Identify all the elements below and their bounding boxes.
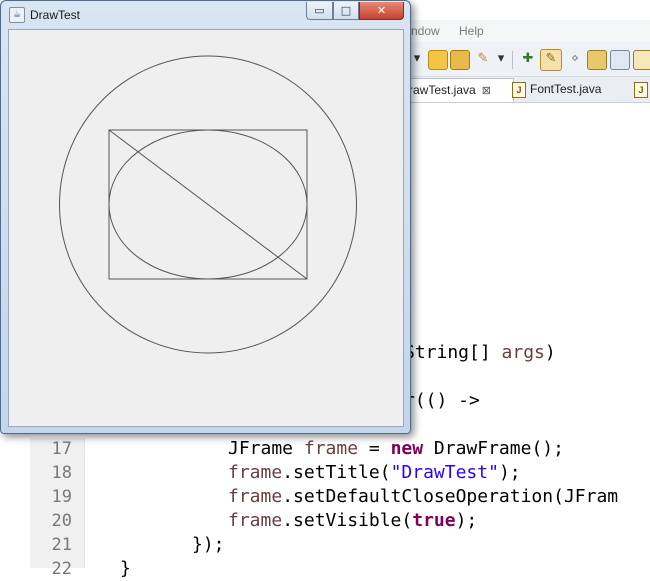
maximize-icon: □ bbox=[340, 4, 352, 17]
menu-window[interactable]: ndow bbox=[411, 24, 440, 38]
tab-overflow[interactable]: J bbox=[634, 78, 650, 101]
drawtest-window[interactable]: ☕ DrawTest ▭ □ ✕ bbox=[0, 0, 411, 434]
tab-label: FontTest.java bbox=[530, 82, 602, 96]
code-line-partial-lambda: r(() -> bbox=[404, 390, 480, 411]
code-line-partial-args: String[] args) bbox=[404, 342, 556, 363]
show-whitespace-icon[interactable] bbox=[610, 50, 630, 70]
block-selection-icon[interactable] bbox=[633, 50, 650, 70]
toolbar-separator bbox=[512, 51, 513, 69]
code-line-17: JFrame frame = new DrawFrame(); bbox=[228, 438, 564, 459]
mark-occurrences-icon[interactable]: ✎ bbox=[540, 49, 562, 71]
tab-drawtest[interactable]: rawTest.java ⊠ bbox=[402, 78, 514, 102]
drawing-panel bbox=[8, 29, 404, 427]
tab-fonttest[interactable]: J FontTest.java bbox=[512, 78, 622, 101]
java-file-icon: J bbox=[512, 81, 526, 98]
annotation-icon[interactable]: ⋄ bbox=[566, 50, 584, 68]
open-type-icon[interactable] bbox=[428, 50, 448, 70]
close-button[interactable]: ✕ bbox=[359, 2, 404, 20]
java-file-icon: J bbox=[634, 81, 648, 98]
code-line-21: }); bbox=[192, 534, 225, 555]
maximize-button[interactable]: □ bbox=[333, 2, 359, 20]
tab-label: rawTest.java bbox=[409, 83, 476, 97]
minimize-icon: ▭ bbox=[314, 4, 325, 17]
code-line-22: } bbox=[120, 558, 131, 579]
run-pin-icon[interactable]: ✚ bbox=[519, 50, 537, 68]
drawing-canvas bbox=[59, 55, 357, 354]
line-number: 17 bbox=[51, 439, 72, 459]
diagonal-line-shape bbox=[108, 129, 308, 280]
minimize-button[interactable]: ▭ bbox=[306, 2, 333, 20]
menu-help[interactable]: Help bbox=[459, 24, 484, 38]
line-number: 19 bbox=[51, 487, 72, 507]
close-icon: ✕ bbox=[376, 4, 387, 17]
code-line-20: frame.setVisible(true); bbox=[228, 510, 478, 531]
line-number: 20 bbox=[51, 511, 72, 531]
pen-icon[interactable]: ✎ bbox=[474, 50, 492, 68]
toggle-breadcrumb-icon[interactable] bbox=[587, 50, 607, 70]
code-line-19: frame.setDefaultCloseOperation(JFram bbox=[228, 486, 619, 507]
code-line-18: frame.setTitle("DrawTest"); bbox=[228, 462, 521, 483]
line-number: 18 bbox=[51, 463, 72, 483]
line-number: 21 bbox=[51, 535, 72, 555]
window-titlebar[interactable]: ☕ DrawTest ▭ □ ✕ bbox=[1, 1, 410, 27]
close-tab-icon[interactable]: ⊠ bbox=[482, 85, 491, 97]
dropdown-arrow-icon[interactable]: ▾ bbox=[496, 50, 506, 68]
java-app-icon: ☕ bbox=[9, 7, 25, 23]
open-folder-icon[interactable] bbox=[450, 50, 470, 70]
line-number: 22 bbox=[51, 559, 72, 579]
window-title: DrawTest bbox=[30, 8, 81, 22]
